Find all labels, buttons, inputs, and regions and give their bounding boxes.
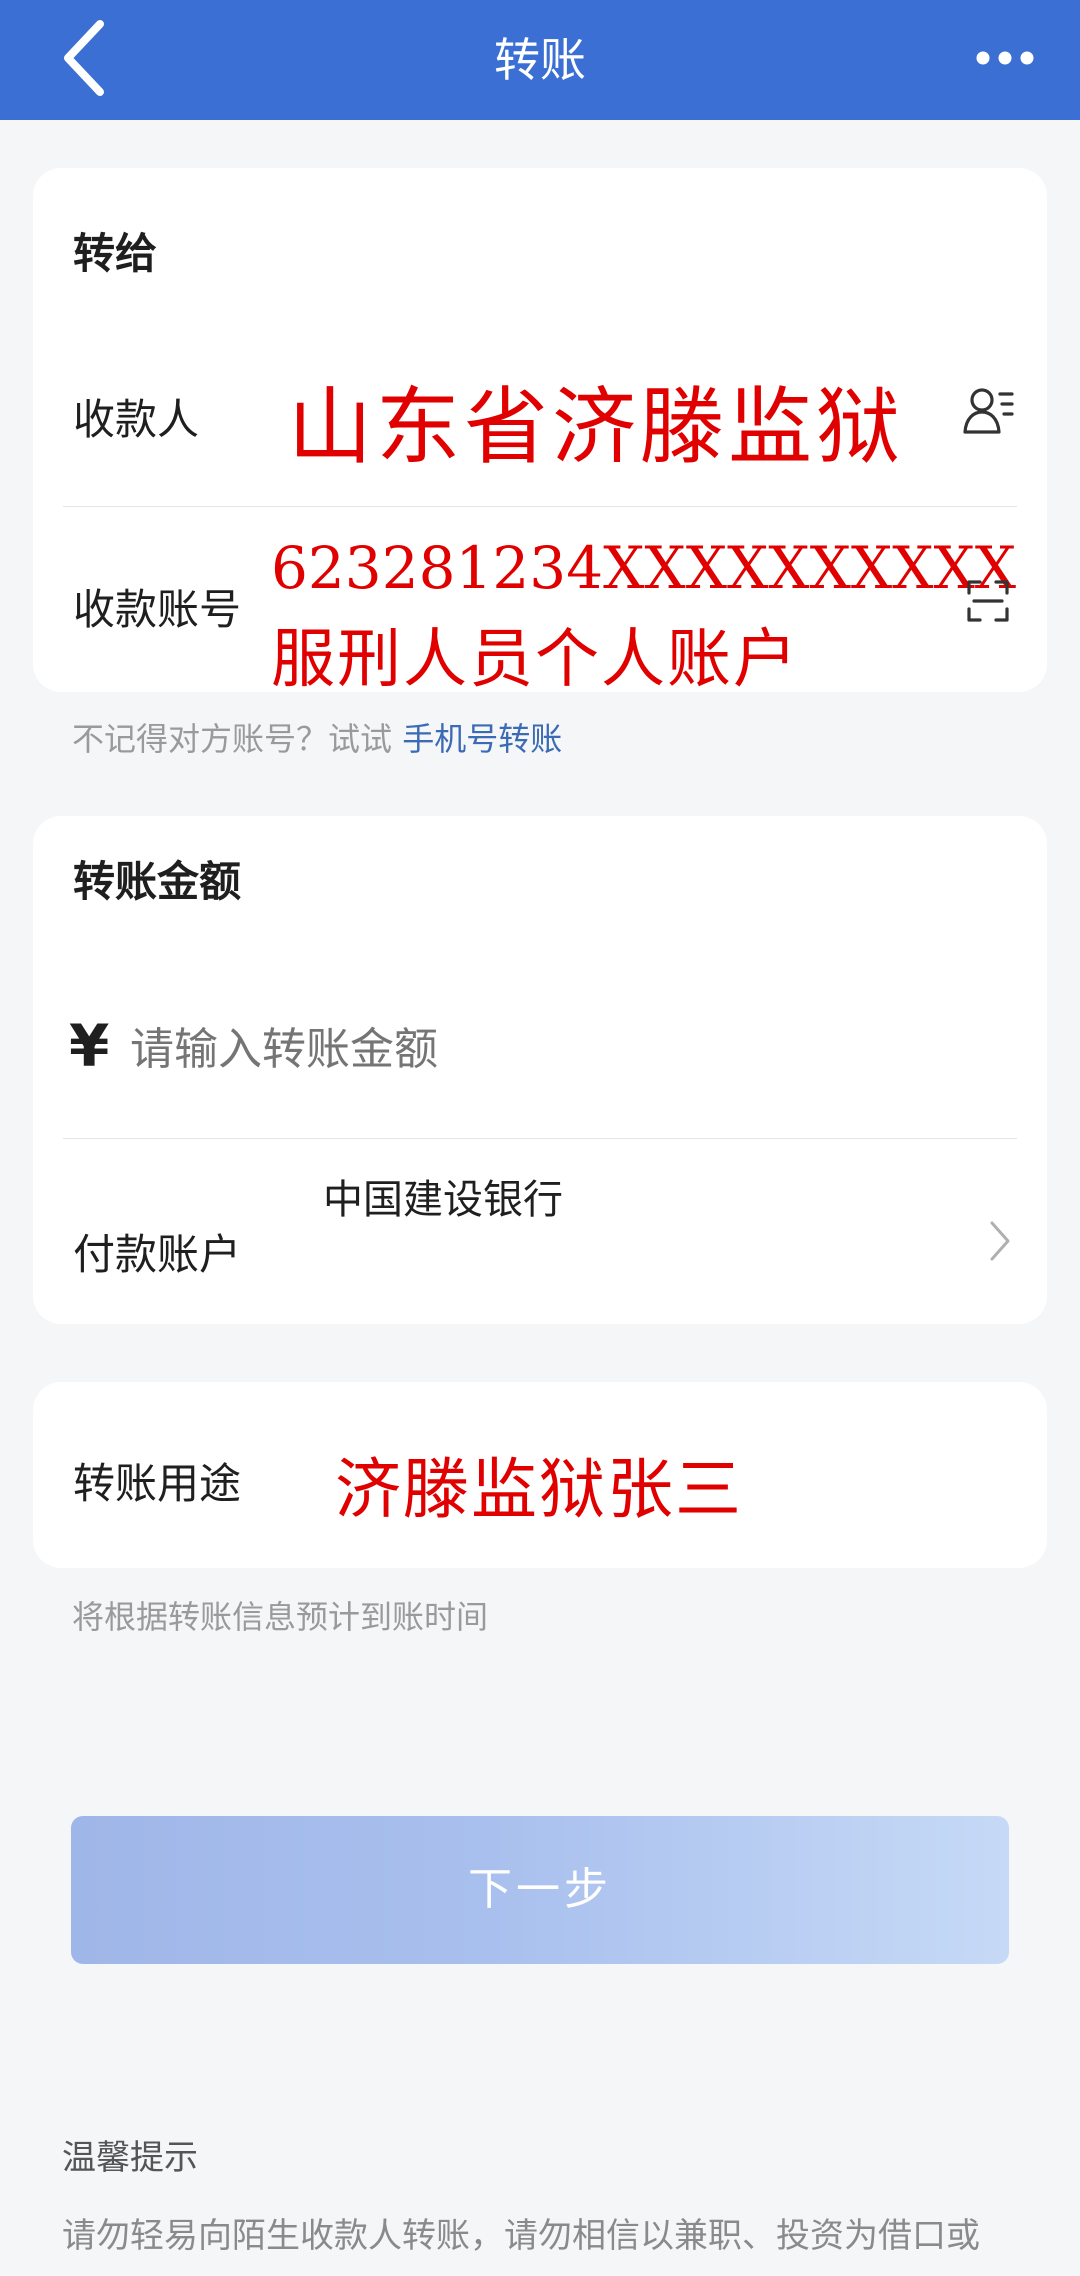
amount-section-title: 转账金额 <box>73 857 242 906</box>
contacts-button[interactable] <box>958 382 1018 442</box>
purpose-card: 转账用途 济滕监狱张三 <box>33 1382 1047 1568</box>
payee-value[interactable]: 山东省济滕监狱 <box>288 360 904 481</box>
phone-transfer-hint: 不记得对方账号？试试 手机号转账 <box>72 714 562 760</box>
page-title: 转账 <box>494 33 586 87</box>
more-button[interactable] <box>970 25 1040 95</box>
amount-card: 转账金额 ¥ 付款账户 中国建设银行 <box>33 816 1047 1324</box>
account-note-value: 服刑人员个人账户 <box>271 623 799 697</box>
phone-hint-prefix: 不记得对方账号？试试 <box>72 720 393 758</box>
top-nav-bar: 转账 <box>0 0 1080 120</box>
purpose-label: 转账用途 <box>73 1459 242 1508</box>
next-step-button[interactable]: 下一步 <box>71 1816 1009 1964</box>
amount-input[interactable] <box>128 1012 992 1086</box>
currency-symbol: ¥ <box>69 1012 110 1080</box>
chevron-right-icon <box>988 1219 1012 1267</box>
payer-account-label: 付款账户 <box>73 1230 242 1279</box>
recipient-section-title: 转给 <box>73 229 158 278</box>
payer-account-value: 中国建设银行 <box>323 1177 563 1223</box>
tips-title: 温馨提示 <box>62 2138 198 2178</box>
scan-icon <box>966 579 1010 627</box>
payee-label: 收款人 <box>73 395 200 444</box>
contacts-icon <box>962 384 1014 440</box>
purpose-value[interactable]: 济滕监狱张三 <box>335 1436 743 1532</box>
recipient-card: 转给 收款人 山东省济滕监狱 收款账号 623281234XXXXXXXXXX … <box>33 168 1047 697</box>
row-divider <box>63 506 1017 507</box>
account-number-value[interactable]: 623281234XXXXXXXXXX <box>271 534 1016 602</box>
more-horizontal-icon <box>975 50 1035 70</box>
arrival-time-hint: 将根据转账信息预计到账时间 <box>72 1598 489 1636</box>
account-label: 收款账号 <box>73 585 242 634</box>
scan-button[interactable] <box>958 573 1018 633</box>
phone-transfer-link[interactable]: 手机号转账 <box>402 720 562 758</box>
payer-account-row[interactable]: 付款账户 中国建设银行 <box>33 1139 1047 1324</box>
tips-text: 请勿轻易向陌生收款人转账，请勿相信以兼职、投资为借口或 <box>62 2216 980 2256</box>
